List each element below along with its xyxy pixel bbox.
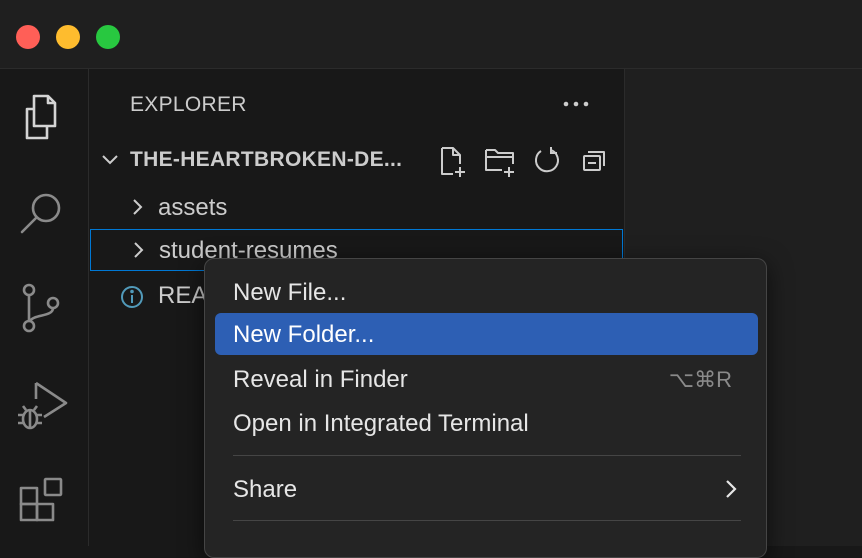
search-icon[interactable] bbox=[14, 185, 70, 241]
tree-item-label: assets bbox=[158, 194, 228, 221]
chevron-right-icon bbox=[134, 242, 144, 258]
source-control-icon[interactable] bbox=[14, 281, 70, 337]
refresh-icon[interactable] bbox=[530, 144, 564, 178]
files-icon[interactable] bbox=[14, 89, 70, 145]
menu-item-open-in-integrated-terminal[interactable]: Open in Integrated Terminal bbox=[215, 402, 758, 444]
menu-item-new-file[interactable]: New File... bbox=[215, 271, 758, 313]
ellipsis-icon[interactable] bbox=[559, 87, 593, 121]
menu-item-label: Open in Integrated Terminal bbox=[233, 410, 529, 437]
title-bar bbox=[0, 0, 862, 69]
menu-item-label: New File... bbox=[233, 279, 347, 306]
maximize-window-button[interactable] bbox=[96, 25, 120, 49]
chevron-right-icon bbox=[133, 199, 143, 215]
explorer-title: EXPLORER bbox=[130, 93, 247, 116]
menu-item-label: New Folder... bbox=[233, 321, 375, 348]
chevron-right-icon bbox=[726, 480, 737, 498]
activity-bar bbox=[0, 69, 89, 546]
extensions-icon[interactable] bbox=[14, 473, 70, 529]
tree-item-assets[interactable]: assets bbox=[89, 186, 623, 228]
workspace-root-label: THE-HEARTBROKEN-DE... bbox=[130, 148, 403, 171]
new-folder-icon[interactable] bbox=[483, 144, 517, 178]
run-debug-icon[interactable] bbox=[14, 377, 70, 433]
menu-item-new-folder[interactable]: New Folder... bbox=[215, 313, 758, 355]
new-file-icon[interactable] bbox=[435, 144, 469, 178]
workspace-root-row[interactable]: THE-HEARTBROKEN-DE... bbox=[89, 141, 625, 181]
tree-item-label: REA bbox=[158, 282, 208, 309]
menu-item-shortcut: ⌥⌘R bbox=[668, 367, 732, 392]
menu-separator bbox=[233, 455, 741, 456]
menu-separator bbox=[233, 520, 741, 521]
context-menu: New File... New Folder... Reveal in Find… bbox=[204, 258, 767, 558]
menu-item-share[interactable]: Share bbox=[215, 468, 758, 510]
info-icon bbox=[121, 286, 143, 308]
collapse-all-icon[interactable] bbox=[578, 144, 612, 178]
close-window-button[interactable] bbox=[16, 25, 40, 49]
menu-item-label: Share bbox=[233, 476, 298, 503]
menu-item-reveal-in-finder[interactable]: Reveal in Finder ⌥⌘R bbox=[215, 358, 758, 400]
minimize-window-button[interactable] bbox=[56, 25, 80, 49]
menu-item-label: Reveal in Finder bbox=[233, 366, 408, 393]
chevron-down-icon bbox=[102, 155, 118, 165]
